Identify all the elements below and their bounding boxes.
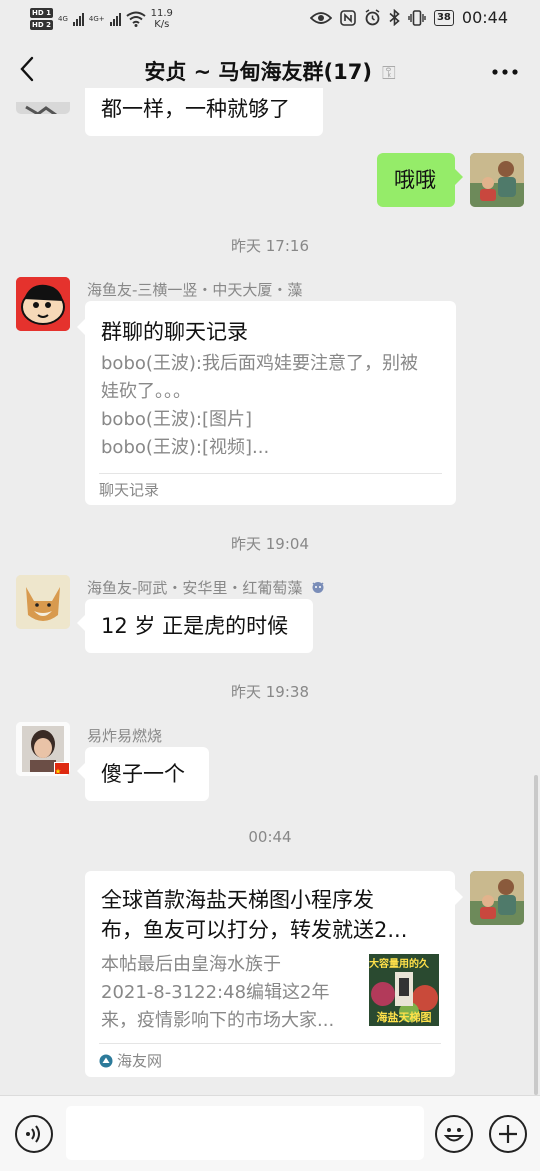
link-title: 全球首款海盐天梯图小程序发 布，鱼友可以打分，转发就送2... (101, 885, 441, 945)
message-bubble[interactable]: 12 岁 正是虎的时候 (77, 599, 313, 653)
link-thumbnail: 大容量用的久 海盐天梯图 (369, 954, 439, 1026)
my-avatar[interactable] (470, 153, 524, 207)
chat-title-text: 安贞 ~ 马甸海友群(17) (144, 60, 372, 84)
link-desc-line: 来，疫情影响下的市场大家... (101, 1010, 335, 1031)
timestamp: 昨天 19:38 (231, 683, 309, 701)
alarm-icon (365, 9, 380, 26)
scrollbar[interactable] (534, 775, 538, 1095)
input-bar (0, 1095, 540, 1171)
status-bar: HD 1 HD 2 4G 4G+ 11.9 K/s 38 00:44 (0, 0, 540, 38)
chat-record-label: 聊天记录 (99, 481, 160, 499)
my-message-bubble[interactable]: 哦哦 (377, 153, 463, 207)
chat-record-footer: 聊天记录 (99, 473, 442, 506)
more-button[interactable] (492, 58, 518, 78)
speed-value: 11.9 (150, 8, 173, 19)
speed-unit: K/s (154, 19, 170, 30)
timestamp: 00:44 (248, 828, 292, 846)
chat-record-preview: bobo(王波):我后面鸡娃要注意了，别被 娃砍了。。。 bobo(王波):[图… (101, 350, 418, 462)
message-bubble-partial[interactable]: 都一样，一种就够了 (85, 88, 323, 136)
ear-icon: ⚿ (381, 63, 396, 84)
link-source: 海友网 (99, 1043, 441, 1078)
emoji-icon (443, 1128, 465, 1142)
link-title-line: 全球首款海盐天梯图小程序发 (101, 888, 374, 912)
message-text: 12 岁 正是虎的时候 (101, 614, 289, 638)
network-type-2: 4G+ (88, 15, 105, 23)
avatar-partial[interactable] (16, 102, 70, 114)
battery-icon: 38 (433, 9, 454, 26)
bluetooth-icon (389, 9, 400, 26)
sender-name: 海鱼友-三横一竖・中天大厦・藻 (87, 281, 303, 299)
status-time: 00:44 (461, 8, 508, 27)
sim-indicators: HD 1 HD 2 (30, 8, 53, 30)
chat-record-title: 群聊的聊天记录 (101, 320, 248, 344)
message-text: 傻子一个 (101, 762, 185, 786)
link-description: 本帖最后由皇海水族于 2021-8-3122:48编辑这2年 来，疫情影响下的市… (101, 951, 334, 1035)
more-icon (492, 69, 518, 75)
nfc-icon (340, 9, 356, 26)
message-bubble[interactable]: 傻子一个 (77, 747, 209, 801)
signal-2-icon (109, 12, 121, 26)
avatar-dog[interactable] (16, 575, 70, 629)
chat-record-line: bobo(王波):我后面鸡娃要注意了，别被 (101, 353, 418, 374)
plus-button[interactable] (489, 1115, 527, 1153)
voice-icon (26, 1125, 40, 1143)
sender-name: 易炸易燃烧 (87, 727, 163, 745)
timestamp: 昨天 17:16 (231, 237, 309, 255)
message-text: 哦哦 (394, 168, 436, 192)
message-input[interactable] (66, 1106, 424, 1160)
hd1-badge: HD 1 (30, 8, 53, 18)
site-logo-icon (99, 1054, 113, 1068)
link-title-line: 布，鱼友可以打分，转发就送2... (101, 918, 408, 942)
avatar-user[interactable] (16, 722, 70, 776)
link-source-name: 海友网 (117, 1052, 163, 1070)
emoji-button[interactable] (435, 1115, 473, 1153)
voice-button[interactable] (15, 1115, 53, 1153)
plus-icon (499, 1125, 517, 1143)
thumb-bottom-text: 海盐天梯图 (376, 1011, 432, 1024)
sender-name-text: 海鱼友-阿武・安华里・红葡萄藻 (87, 579, 303, 597)
link-desc-line: 本帖最后由皇海水族于 (101, 954, 281, 975)
chat-record-line: bobo(王波):[图片] (101, 409, 253, 430)
signal-1-icon (72, 12, 84, 26)
my-avatar[interactable] (470, 871, 524, 925)
link-card[interactable]: 全球首款海盐天梯图小程序发 布，鱼友可以打分，转发就送2... 本帖最后由皇海水… (85, 871, 463, 1078)
face-badge-icon (312, 582, 324, 593)
network-speed: 11.9 K/s (151, 8, 173, 30)
eye-icon (309, 11, 332, 24)
china-flag-icon (54, 762, 70, 775)
sender-name: 海鱼友-阿武・安华里・红葡萄藻 (87, 577, 325, 598)
hd2-badge: HD 2 (30, 20, 53, 30)
vibrate-icon (408, 9, 426, 26)
timestamp: 昨天 19:04 (231, 535, 309, 553)
link-desc-line: 2021-8-3122:48编辑这2年 (101, 982, 330, 1003)
message-text: 都一样，一种就够了 (101, 97, 290, 121)
chat-title: 安贞 ~ 马甸海友群(17) ⚿ (0, 56, 540, 86)
wifi-icon (126, 11, 146, 27)
chat-record-line: bobo(王波):[视频]... (101, 437, 270, 458)
chat-record-line: 娃砍了。。。 (101, 381, 191, 402)
thumb-top-text: 大容量用的久 (369, 959, 429, 970)
avatar-shinchan[interactable] (16, 277, 70, 331)
chat-record-card[interactable]: 群聊的聊天记录 bobo(王波):我后面鸡娃要注意了，别被 娃砍了。。。 bob… (77, 301, 456, 506)
network-type-1: 4G (57, 15, 68, 23)
